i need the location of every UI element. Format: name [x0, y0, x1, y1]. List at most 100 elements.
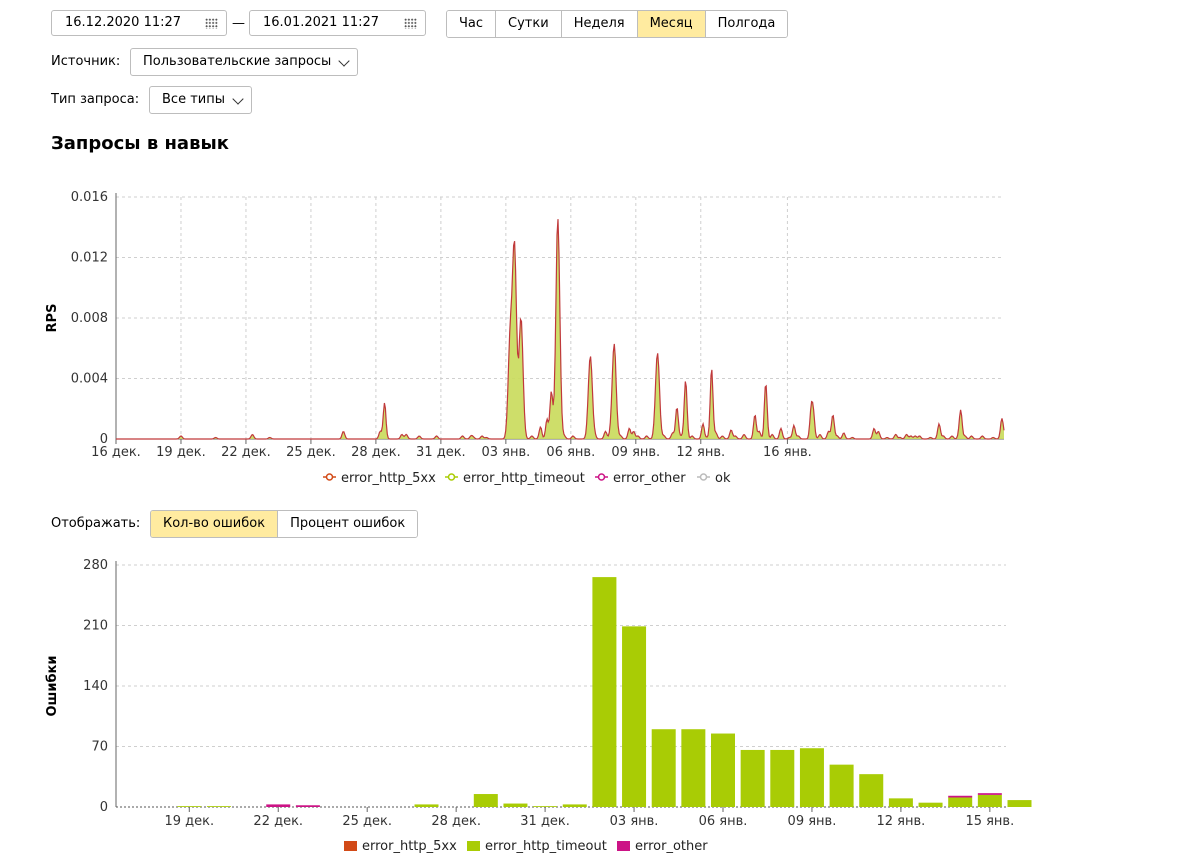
- x-tick-label: 22 дек.: [221, 445, 271, 460]
- period-hour-button[interactable]: Час: [447, 11, 497, 37]
- legend-item-error_other: error_other: [617, 839, 708, 854]
- legend-swatch: [467, 841, 480, 851]
- x-tick-label: 09 янв.: [788, 814, 837, 829]
- bar-error_http_timeout: [740, 749, 765, 807]
- calendar-icon[interactable]: [205, 18, 218, 29]
- legend-label: error_http_timeout: [485, 839, 607, 854]
- bar-error_http_timeout: [1007, 800, 1032, 807]
- bar-error_http_timeout: [622, 626, 647, 807]
- x-tick-label: 12 янв.: [676, 445, 725, 460]
- legend-item-ok: ok: [697, 471, 731, 486]
- date-from-input[interactable]: 16.12.2020 11:27: [51, 10, 227, 36]
- legend-label: error_other: [613, 471, 686, 486]
- bar-error_other: [977, 793, 1002, 795]
- period-month-button[interactable]: Месяц: [637, 11, 706, 37]
- x-tick-label: 19 дек.: [164, 814, 214, 829]
- bar-error_http_timeout: [799, 748, 824, 807]
- bar-error_http_timeout: [414, 804, 439, 807]
- request-type-select[interactable]: Все типы: [149, 86, 252, 114]
- legend-label: error_http_5xx: [362, 839, 457, 854]
- legend-swatch: [344, 841, 357, 851]
- period-halfyear-button[interactable]: Полгода: [705, 11, 788, 37]
- bar-error_http_timeout: [711, 733, 735, 807]
- bar-error_other: [266, 804, 291, 807]
- y-tick-label: 0.004: [71, 372, 108, 387]
- source-value: Пользовательские запросы: [143, 54, 332, 69]
- display-selector: Кол-во ошибок Процент ошибок: [150, 510, 419, 538]
- y-axis-label: Ошибки: [45, 656, 60, 717]
- legend-item-error_http_timeout: error_http_timeout: [445, 471, 585, 486]
- bar-error_http_timeout: [592, 577, 617, 807]
- bar-error_http_timeout: [948, 797, 973, 807]
- x-tick-label: 22 дек.: [253, 814, 303, 829]
- legend-item-error_http_5xx: error_http_5xx: [323, 471, 436, 486]
- bar-error_http_timeout: [859, 774, 884, 807]
- x-tick-label: 19 дек.: [156, 445, 206, 460]
- bar-error_http_timeout: [681, 729, 706, 807]
- bar-error_http_timeout: [503, 803, 528, 807]
- x-tick-label: 12 янв.: [877, 814, 926, 829]
- error-count-button[interactable]: Кол-во ошибок: [151, 511, 279, 537]
- chevron-down-icon: [232, 93, 244, 105]
- source-select[interactable]: Пользовательские запросы: [130, 48, 359, 76]
- bar-error_other: [295, 805, 320, 807]
- bar-error_http_timeout: [888, 798, 913, 807]
- chevron-down-icon: [338, 55, 350, 67]
- bar-error_http_timeout: [770, 749, 795, 807]
- period-day-button[interactable]: Сутки: [496, 11, 562, 37]
- legend-marker: [699, 473, 708, 481]
- bar-error_http_timeout: [977, 794, 1002, 807]
- y-tick-label: 280: [83, 558, 108, 573]
- source-label: Источник:: [51, 54, 121, 69]
- x-tick-label: 06 янв.: [699, 814, 748, 829]
- x-tick-label: 09 янв.: [611, 445, 660, 460]
- y-tick-label: 70: [91, 740, 108, 755]
- x-tick-label: 16 янв.: [763, 445, 812, 460]
- x-tick-label: 25 дек.: [342, 814, 392, 829]
- bar-error_other: [948, 795, 973, 798]
- legend-marker: [325, 473, 334, 481]
- date-from-value: 16.12.2020 11:27: [65, 15, 182, 30]
- x-tick-label: 03 янв.: [610, 814, 659, 829]
- x-tick-label: 03 янв.: [481, 445, 530, 460]
- error-percent-button[interactable]: Процент ошибок: [278, 511, 418, 537]
- x-tick-label: 31 дек.: [520, 814, 570, 829]
- x-tick-label: 28 дек.: [431, 814, 481, 829]
- legend-label: ok: [715, 471, 731, 486]
- bar-error_http_timeout: [651, 729, 676, 807]
- x-tick-label: 16 дек.: [91, 445, 141, 460]
- bar-error_http_timeout: [562, 804, 587, 807]
- legend-item-error_http_timeout: error_http_timeout: [467, 839, 607, 854]
- bar-error_http_timeout: [473, 794, 498, 807]
- x-tick-label: 31 дек.: [416, 445, 466, 460]
- legend-marker: [447, 473, 456, 481]
- x-tick-label: 25 дек.: [286, 445, 336, 460]
- y-tick-label: 210: [83, 619, 108, 634]
- bar-error_http_timeout: [177, 806, 202, 807]
- rps-chart: 00.0040.0080.0120.01616 дек. 19 дек. 22 де…: [45, 190, 1005, 486]
- y-tick-label: 0.008: [71, 311, 108, 326]
- display-label: Отображать:: [51, 516, 141, 531]
- x-tick-label: 28 дек.: [351, 445, 401, 460]
- y-axis-label: RPS: [45, 304, 60, 333]
- legend-label: error_http_timeout: [463, 471, 585, 486]
- bar-error_http_timeout: [533, 806, 558, 807]
- date-to-input[interactable]: 16.01.2021 11:27: [249, 10, 426, 36]
- errors-chart: 0 70 140 210 280 Ошибки 19 дек. 22 дек. 25 дек. 2…: [45, 558, 1032, 854]
- legend-item-error_other: error_other: [595, 471, 686, 486]
- bar-error_http_timeout: [206, 806, 231, 807]
- x-tick-label: 06 янв.: [546, 445, 595, 460]
- legend-marker: [597, 473, 606, 481]
- legend-label: error_http_5xx: [341, 471, 436, 486]
- period-selector: Час Сутки Неделя Месяц Полгода: [446, 10, 789, 38]
- period-week-button[interactable]: Неделя: [561, 11, 638, 37]
- legend-swatch: [617, 841, 630, 851]
- bar-error_http_timeout: [829, 764, 854, 807]
- date-separator: —: [232, 16, 245, 31]
- x-tick-label: 15 янв.: [965, 814, 1014, 829]
- y-tick-label: 0.016: [71, 190, 108, 205]
- legend-item-error_http_5xx: error_http_5xx: [344, 839, 457, 854]
- y-tick-label: 0: [100, 800, 108, 815]
- request-type-value: Все типы: [162, 92, 225, 107]
- calendar-icon[interactable]: [404, 18, 417, 29]
